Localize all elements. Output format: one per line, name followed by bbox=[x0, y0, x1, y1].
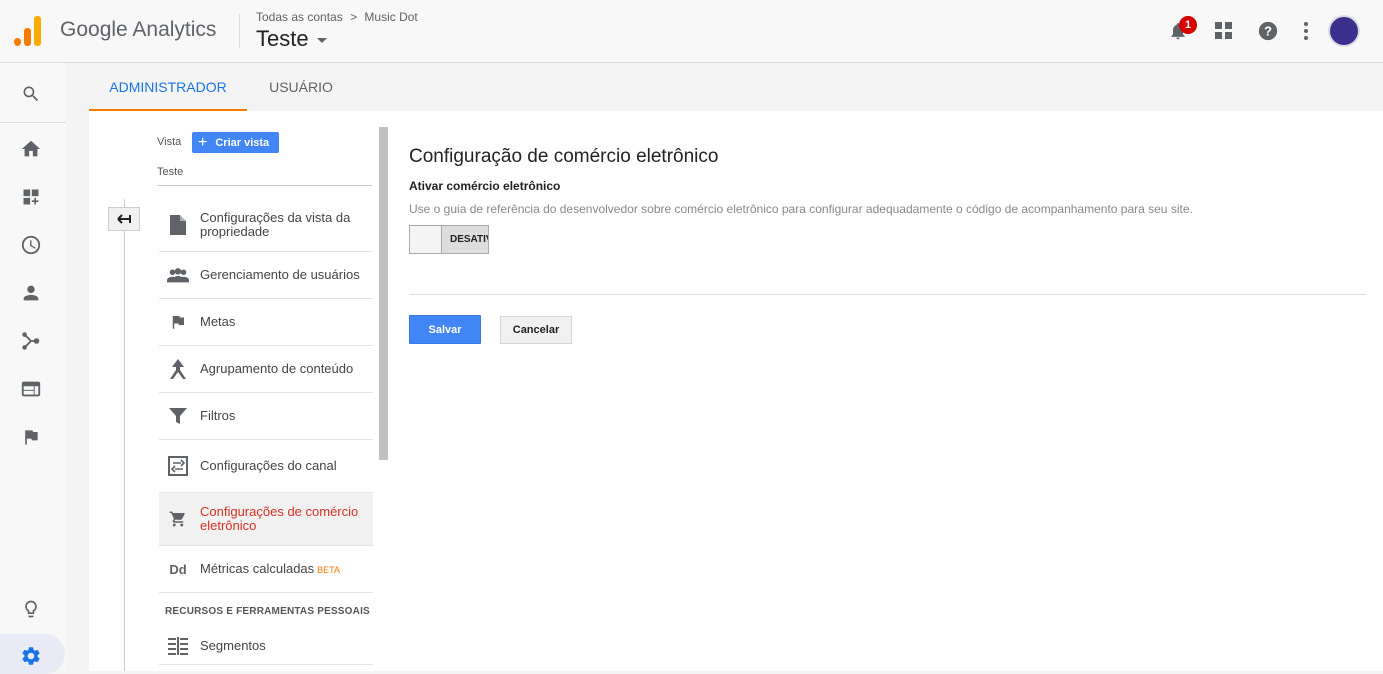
notifications-button[interactable]: 1 bbox=[1161, 14, 1197, 48]
menu-item-text: Métricas calculadas bbox=[200, 560, 315, 576]
acquisition-icon bbox=[22, 332, 40, 350]
nav-discover[interactable] bbox=[13, 591, 49, 627]
view-settings-menu: Configurações da vista da propriedade Ge… bbox=[159, 199, 373, 593]
channel-icon bbox=[167, 455, 189, 477]
top-actions: 1 ? bbox=[1161, 14, 1361, 48]
menu-item-label: Gerenciamento de usuários bbox=[200, 267, 360, 282]
grouping-icon bbox=[167, 358, 189, 380]
lightbulb-icon bbox=[25, 600, 37, 618]
clock-icon bbox=[21, 235, 41, 255]
svg-text:?: ? bbox=[1264, 24, 1272, 39]
tree-connector bbox=[124, 199, 125, 671]
segments-icon bbox=[167, 635, 189, 657]
view-column-label: Vista bbox=[157, 136, 182, 148]
section-heading: RECURSOS E FERRAMENTAS PESSOAIS bbox=[165, 606, 370, 617]
save-button[interactable]: Salvar bbox=[409, 315, 481, 344]
breadcrumb-root[interactable]: Todas as contas bbox=[256, 10, 343, 24]
divider bbox=[239, 14, 240, 48]
menu-item-label: Segmentos bbox=[200, 638, 266, 653]
dashboard-add-icon bbox=[23, 189, 39, 205]
flag-icon bbox=[25, 430, 38, 445]
top-bar: Google Analytics Todas as contas > Music… bbox=[0, 0, 1383, 63]
account-button[interactable] bbox=[1327, 14, 1361, 48]
nav-conversions[interactable] bbox=[13, 419, 49, 455]
search-icon bbox=[23, 86, 39, 102]
toggle-knob bbox=[410, 226, 442, 253]
breadcrumb[interactable]: Todas as contas > Music Dot bbox=[256, 10, 418, 24]
help-text: Use o guia de referência do desenvolvedo… bbox=[409, 202, 1193, 216]
create-view-button[interactable]: + Criar vista bbox=[192, 132, 280, 153]
menu-item-goals[interactable]: Metas bbox=[159, 299, 373, 346]
nav-behavior[interactable] bbox=[13, 371, 49, 407]
nav-customization[interactable] bbox=[13, 179, 49, 215]
menu-item-ecommerce-settings[interactable]: Configurações de comércio eletrônico bbox=[159, 493, 373, 546]
help-button[interactable]: ? bbox=[1251, 14, 1285, 48]
nav-realtime[interactable] bbox=[13, 227, 49, 263]
breadcrumb-separator: > bbox=[350, 10, 358, 24]
menu-item-filters[interactable]: Filtros bbox=[159, 393, 373, 440]
app-title: Google Analytics bbox=[60, 18, 217, 41]
menu-item-label: Configurações da vista da propriedade bbox=[200, 210, 351, 239]
tab-administrador[interactable]: ADMINISTRADOR bbox=[89, 63, 247, 111]
divider bbox=[157, 185, 372, 186]
web-icon bbox=[21, 381, 41, 397]
menu-item-content-grouping[interactable]: Agrupamento de conteúdo bbox=[159, 346, 373, 393]
ecommerce-toggle-heading: Ativar comércio eletrônico bbox=[409, 179, 561, 193]
grid-icon bbox=[1215, 22, 1232, 39]
more-vert-icon bbox=[1304, 22, 1308, 40]
help-icon: ? bbox=[1258, 21, 1278, 41]
collapse-button[interactable] bbox=[108, 207, 140, 231]
filter-icon bbox=[167, 405, 189, 427]
view-dropdown[interactable]: Teste bbox=[157, 166, 183, 178]
page-title: Configuração de comércio eletrônico bbox=[409, 146, 719, 167]
menu-item-label: Configurações de comércio eletrônico bbox=[200, 504, 359, 533]
nav-acquisition[interactable] bbox=[13, 323, 49, 359]
view-selector-value: Teste bbox=[256, 26, 309, 51]
menu-item-channel-settings[interactable]: Configurações do canal bbox=[159, 440, 373, 493]
cart-icon bbox=[167, 508, 189, 530]
ecommerce-toggle[interactable]: DESATIVADO bbox=[409, 225, 489, 254]
admin-tabs: ADMINISTRADOR USUÁRIO bbox=[89, 63, 1383, 111]
notification-count-badge: 1 bbox=[1179, 16, 1197, 34]
toggle-state-label: DESATIVADO bbox=[450, 234, 488, 245]
divider bbox=[0, 122, 66, 123]
gear-icon bbox=[22, 647, 40, 665]
menu-item-label: Métricas calculadas BETA bbox=[200, 560, 370, 577]
avatar bbox=[1328, 15, 1360, 47]
nav-admin[interactable] bbox=[13, 638, 49, 674]
dd-icon: Dd bbox=[169, 561, 187, 577]
scrollbar[interactable] bbox=[379, 127, 388, 460]
plus-icon: + bbox=[198, 133, 208, 151]
caret-down-icon bbox=[316, 37, 327, 43]
analytics-logo[interactable] bbox=[14, 16, 42, 46]
nav-search[interactable] bbox=[13, 76, 49, 112]
breadcrumb-account[interactable]: Music Dot bbox=[364, 10, 417, 24]
nav-audience[interactable] bbox=[13, 275, 49, 311]
cancel-button[interactable]: Cancelar bbox=[500, 316, 572, 344]
divider bbox=[409, 294, 1366, 295]
menu-item-label: Configurações do canal bbox=[200, 458, 337, 473]
menu-item-label: Agrupamento de conteúdo bbox=[200, 361, 354, 376]
view-selector[interactable]: Teste bbox=[256, 26, 327, 52]
tab-usuario[interactable]: USUÁRIO bbox=[259, 63, 343, 111]
admin-content: Vista + Criar vista Teste Configurações … bbox=[89, 111, 1383, 671]
home-icon bbox=[21, 140, 41, 157]
flag-icon bbox=[167, 311, 189, 333]
back-arrow-icon bbox=[117, 214, 131, 224]
nav-home[interactable] bbox=[13, 131, 49, 167]
menu-item-view-settings[interactable]: Configurações da vista da propriedade bbox=[159, 199, 373, 252]
menu-item-label: Metas bbox=[200, 314, 236, 329]
menu-item-calculated-metrics[interactable]: Dd Métricas calculadas BETA bbox=[159, 546, 373, 593]
more-options-button[interactable] bbox=[1289, 14, 1323, 48]
menu-item-segments[interactable]: Segmentos bbox=[159, 627, 373, 665]
left-navigation bbox=[0, 63, 66, 674]
person-icon bbox=[23, 285, 39, 301]
create-view-label: Criar vista bbox=[215, 136, 270, 149]
menu-item-label: Filtros bbox=[200, 408, 236, 423]
apps-button[interactable] bbox=[1207, 14, 1241, 48]
beta-badge: BETA bbox=[317, 564, 340, 575]
document-icon bbox=[167, 214, 189, 236]
people-icon bbox=[167, 264, 189, 286]
menu-item-user-management[interactable]: Gerenciamento de usuários bbox=[159, 252, 373, 299]
